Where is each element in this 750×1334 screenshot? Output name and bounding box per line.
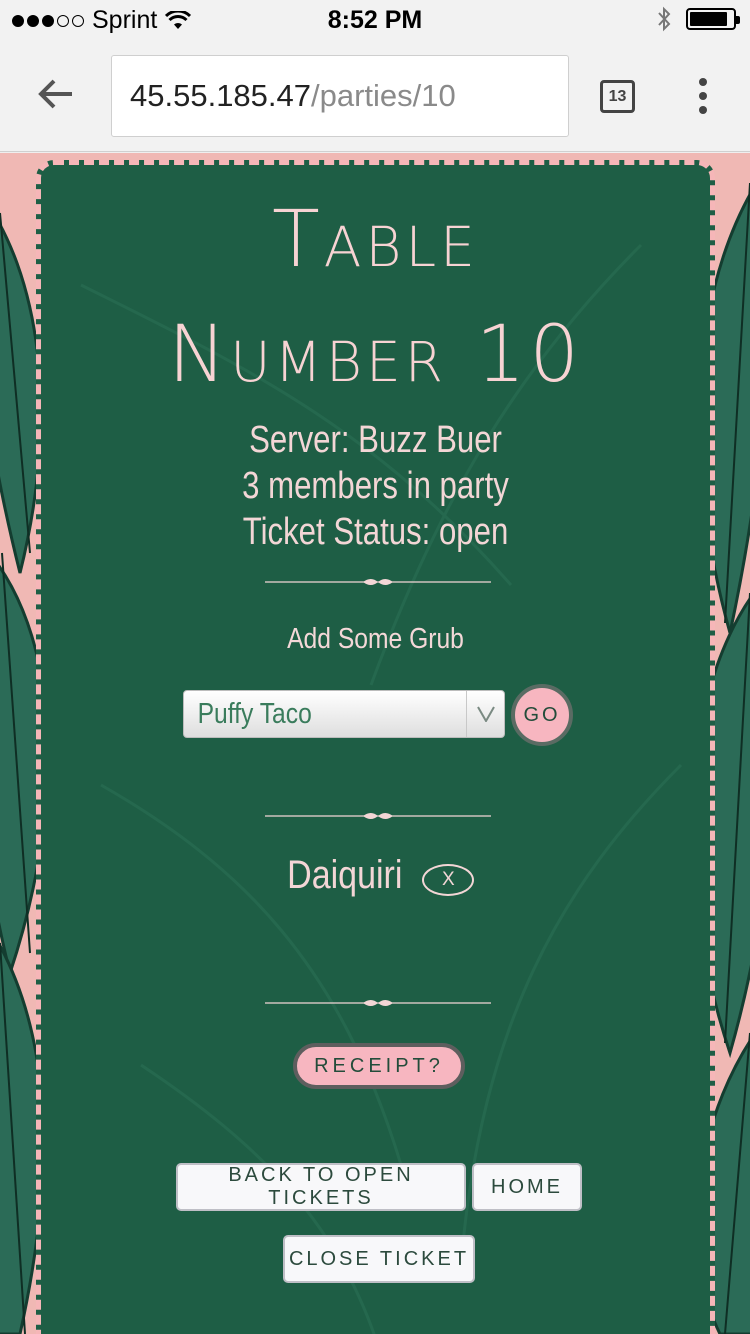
home-button[interactable]: HOME [472, 1163, 582, 1211]
order-item: Daiquiri X [41, 853, 710, 898]
more-options-icon[interactable] [698, 78, 708, 114]
url-path: /parties/10 [311, 78, 456, 113]
battery-icon [686, 8, 740, 30]
go-button[interactable]: GO [511, 684, 573, 746]
menu-item-select[interactable]: Puffy Taco [183, 690, 505, 738]
remove-item-button[interactable]: X [422, 863, 475, 896]
status-right [656, 6, 740, 32]
ornament-divider [265, 813, 491, 819]
order-item-name: Daiquiri [286, 853, 403, 897]
members-text: 3 members in party [242, 465, 509, 507]
ornament-divider [265, 579, 491, 585]
close-ticket-button[interactable]: CLOSE TICKET [283, 1235, 475, 1283]
page-title-line2: Number 10 [167, 310, 584, 400]
back-to-open-tickets-button[interactable]: BACK TO OPEN TICKETS [176, 1163, 466, 1211]
page-title-line1: Table [272, 195, 479, 285]
status-bar: Sprint 8:52 PM [0, 0, 750, 40]
address-bar[interactable]: 45.55.185.47/parties/10 [111, 55, 569, 137]
table-card: Table Number 10 Server: Buzz Buer 3 memb… [36, 160, 715, 1334]
browser-toolbar: 45.55.185.47/parties/10 13 [0, 40, 750, 152]
server-text: Server: Buzz Buer [249, 419, 502, 461]
ticket-status-text: Ticket Status: open [242, 511, 509, 553]
clock: 8:52 PM [327, 6, 423, 34]
tab-switcher-button[interactable]: 13 [600, 80, 635, 113]
ornament-divider [265, 1000, 491, 1006]
receipt-button[interactable]: RECEIPT? [293, 1043, 465, 1089]
bluetooth-icon [658, 6, 671, 32]
back-arrow-icon[interactable] [36, 74, 76, 114]
chevron-down-icon[interactable] [466, 691, 504, 737]
add-grub-label: Add Some Grub [287, 623, 464, 655]
card-content: Table Number 10 Server: Buzz Buer 3 memb… [41, 165, 710, 1334]
menu-select-value: Puffy Taco [197, 697, 312, 730]
url-host: 45.55.185.47 [130, 78, 312, 113]
